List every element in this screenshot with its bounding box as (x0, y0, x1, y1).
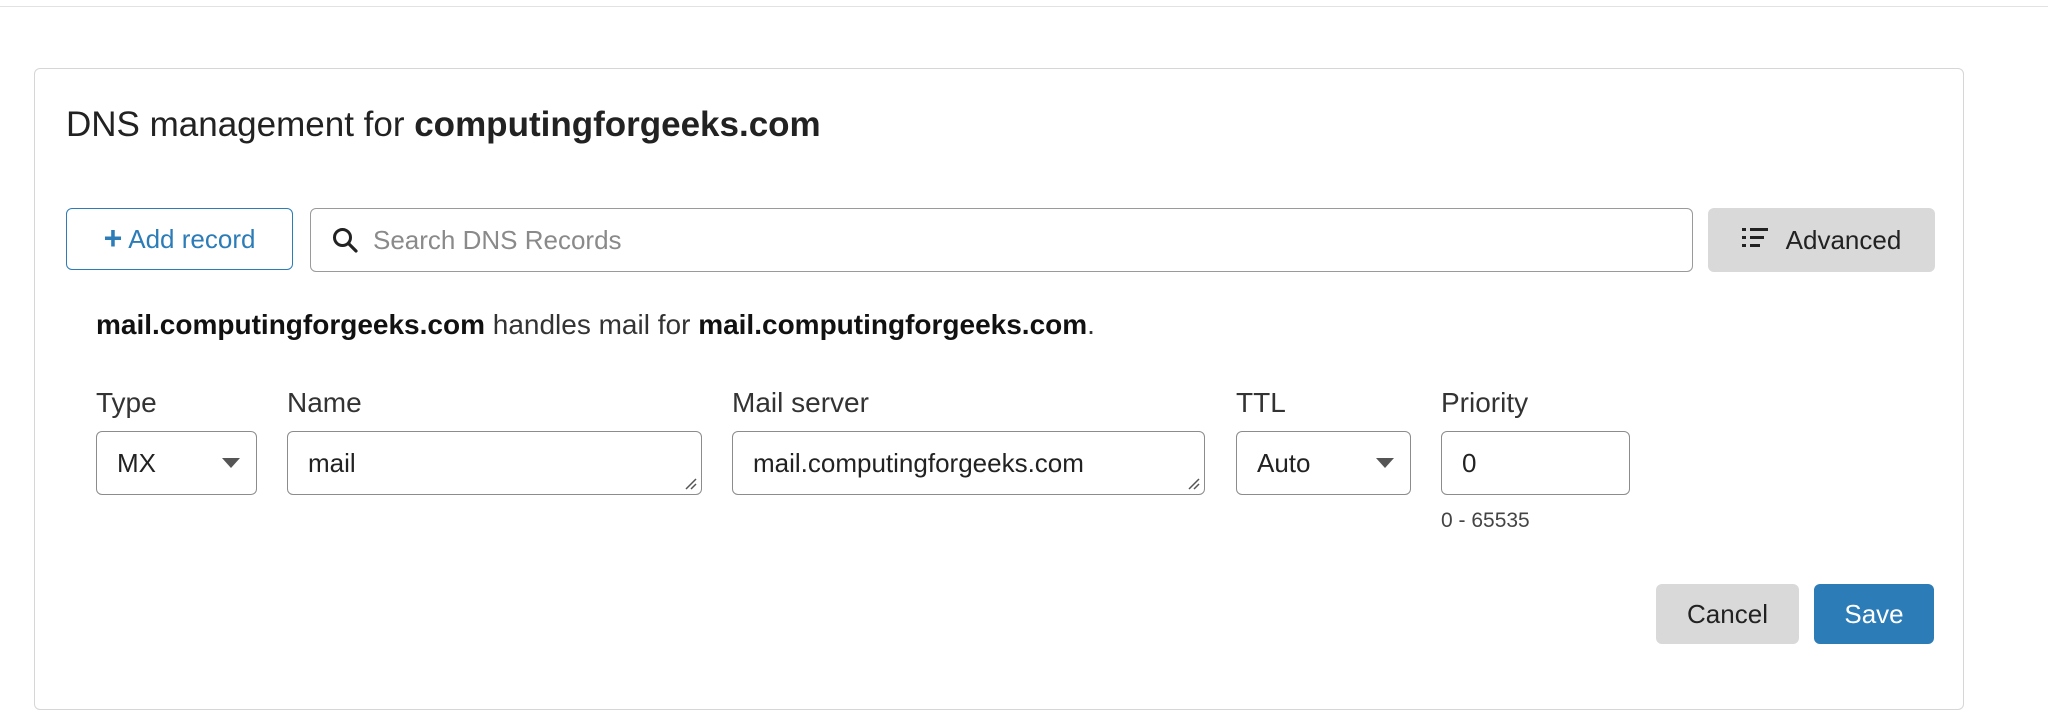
page-title: DNS management for computingforgeeks.com (66, 105, 821, 145)
save-button[interactable]: Save (1814, 584, 1934, 644)
type-label: Type (96, 387, 157, 418)
dns-management-card: DNS management for computingforgeeks.com… (34, 68, 1964, 710)
add-record-label: Add record (128, 223, 256, 254)
top-border (0, 0, 2048, 7)
mail-host: mail.computingforgeeks.com (96, 309, 485, 340)
chevron-down-icon (1376, 458, 1394, 468)
name-value: mail (308, 447, 356, 478)
name-field[interactable]: mail (287, 431, 702, 495)
cancel-button[interactable]: Cancel (1656, 584, 1799, 644)
mx-description: mail.computingforgeeks.com handles mail … (96, 309, 1095, 341)
advanced-label: Advanced (1785, 224, 1902, 255)
resize-handle-icon[interactable] (683, 476, 697, 490)
chevron-down-icon (222, 458, 240, 468)
resize-handle-icon[interactable] (1186, 476, 1200, 490)
priority-field[interactable]: 0 (1441, 431, 1630, 495)
priority-value: 0 (1462, 447, 1477, 478)
add-record-button[interactable]: + Add record (66, 208, 293, 270)
search-icon (331, 226, 359, 254)
advanced-button[interactable]: Advanced (1708, 208, 1935, 272)
description-middle: handles mail for (492, 309, 691, 340)
search-box[interactable] (310, 208, 1693, 272)
ttl-select[interactable]: Auto (1236, 431, 1411, 495)
page-title-domain: computingforgeeks.com (414, 105, 821, 144)
list-icon (1741, 225, 1768, 256)
type-value: MX (117, 447, 156, 478)
plus-icon: + (103, 219, 123, 256)
page-title-prefix: DNS management for (66, 105, 405, 144)
mail-server-value: mail.computingforgeeks.com (753, 447, 1084, 478)
ttl-value: Auto (1257, 447, 1311, 478)
search-input[interactable] (371, 223, 1692, 257)
name-label: Name (287, 387, 362, 418)
ttl-label: TTL (1236, 387, 1286, 418)
mail-server-field[interactable]: mail.computingforgeeks.com (732, 431, 1205, 495)
target-domain: mail.computingforgeeks.com (698, 309, 1088, 340)
priority-range-hint: 0 - 65535 (1441, 509, 1530, 532)
description-end: . (1087, 309, 1095, 340)
mail-server-label: Mail server (732, 387, 869, 418)
priority-label: Priority (1441, 387, 1529, 418)
type-select[interactable]: MX (96, 431, 257, 495)
